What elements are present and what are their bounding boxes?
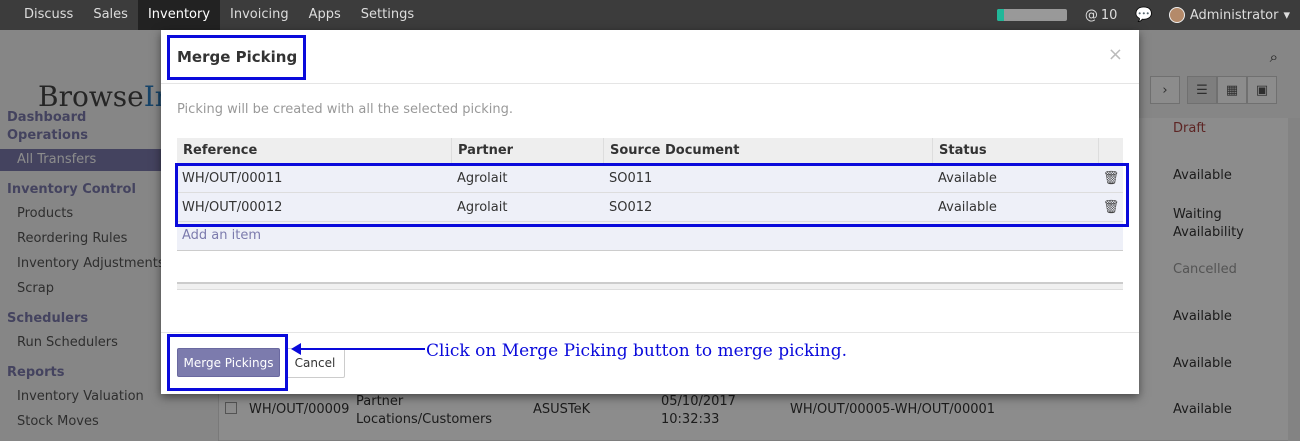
column-header-partner: Partner [452,138,604,163]
column-header-reference: Reference [177,138,452,163]
title-highlight-box [167,35,306,80]
user-menu[interactable]: Administrator ▾ [1168,7,1290,23]
menu-item-invoicing[interactable]: Invoicing [220,0,299,30]
menu-item-discuss[interactable]: Discuss [14,0,83,30]
close-icon[interactable]: × [1108,44,1123,65]
at-icon: @ [1084,7,1098,23]
rows-highlight-box [175,163,1129,227]
menu-item-apps[interactable]: Apps [299,0,351,30]
messages-indicator[interactable]: @10 [1085,8,1118,23]
caret-down-icon: ▾ [1283,7,1290,23]
app-menu: Discuss Sales Inventory Invoicing Apps S… [0,0,424,30]
user-name: Administrator [1189,7,1279,23]
annotation-text: Click on Merge Picking button to merge p… [426,341,848,361]
table-separator [177,282,1123,290]
menu-item-inventory[interactable]: Inventory [137,0,221,30]
annotation-line [299,348,425,350]
avatar [1168,7,1185,23]
column-header-actions [1099,138,1123,163]
planner-progress-bar[interactable] [996,9,1067,21]
modal-header: Merge Picking × [161,30,1139,84]
table-header: Reference Partner Source Document Status [177,138,1123,164]
button-highlight-box [167,334,288,391]
menu-item-sales[interactable]: Sales [83,0,138,30]
chat-icon[interactable]: 💬 [1135,7,1152,23]
menu-item-settings[interactable]: Settings [351,0,424,30]
top-navbar: Discuss Sales Inventory Invoicing Apps S… [0,0,1300,30]
add-item-link[interactable]: Add an item [177,228,261,243]
progress-fill [996,9,1004,21]
column-header-status: Status [933,138,1099,163]
column-header-source-document: Source Document [604,138,933,163]
messages-count: 10 [1100,7,1118,23]
merge-picking-dialog: Merge Picking × Picking will be created … [161,30,1139,394]
help-text: Picking will be created with all the sel… [177,102,513,117]
